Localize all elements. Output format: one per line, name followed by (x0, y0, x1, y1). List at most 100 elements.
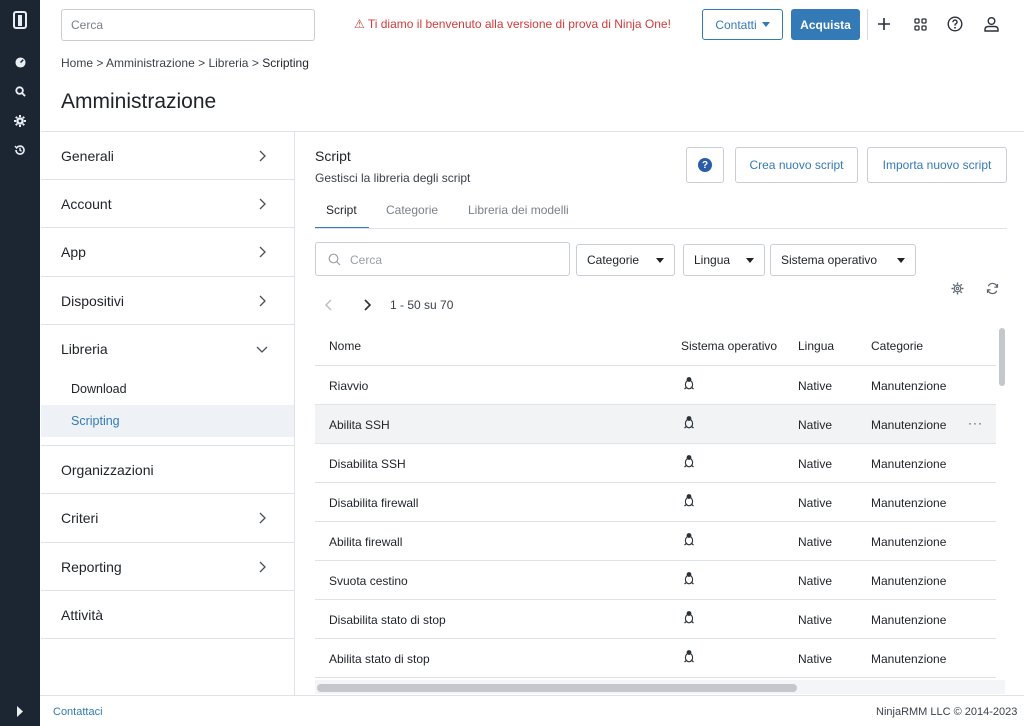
cell-name: Disabilita firewall (329, 496, 419, 510)
search-icon (328, 253, 341, 266)
breadcrumb-libreria[interactable]: Libreria (208, 56, 248, 70)
sidenav-label: Account (61, 195, 112, 212)
refresh-icon[interactable] (986, 282, 999, 295)
breadcrumb-separator: > (96, 56, 104, 70)
column-header-nome[interactable]: Nome (329, 339, 361, 353)
chevron-down-icon (256, 346, 268, 353)
linux-icon (684, 533, 694, 546)
table-row[interactable]: Abilita firewall Native Manutenzione (315, 522, 996, 561)
column-header-sistema-operativo[interactable]: Sistema operativo (681, 339, 777, 353)
cell-name: Disabilita stato di stop (329, 613, 446, 627)
contatti-button[interactable]: Contatti (702, 9, 783, 40)
cell-name: Abilita SSH (329, 418, 390, 432)
plus-icon[interactable] (873, 13, 895, 35)
table-settings-icon[interactable] (951, 282, 964, 295)
section-title: Script (315, 148, 351, 164)
global-search-input[interactable]: Cerca (61, 9, 315, 41)
dashboard-icon[interactable] (0, 54, 40, 70)
history-icon[interactable] (0, 142, 40, 158)
column-header-categorie[interactable]: Categorie (871, 339, 923, 353)
sidenav-subitem-scripting[interactable]: Scripting (41, 405, 294, 437)
search-placeholder: Cerca (350, 253, 383, 267)
table-row[interactable]: Disabilita stato di stop Native Manutenz… (315, 600, 996, 639)
sidenav-item-account[interactable]: Account (41, 180, 294, 228)
sidenav-item-app[interactable]: App (41, 228, 294, 277)
chevron-right-icon (259, 246, 266, 258)
apps-grid-icon[interactable] (909, 13, 931, 35)
cell-name: Svuota cestino (329, 574, 408, 588)
table-row[interactable]: Abilita SSH Native Manutenzione ··· (315, 405, 996, 444)
breadcrumb-current: Scripting (262, 56, 309, 70)
table-vertical-scrollbar[interactable] (999, 328, 1005, 386)
top-bar: Cerca ⚠ Ti diamo il benvenuto alla versi… (40, 0, 1024, 50)
cell-categorie: Manutenzione (871, 496, 947, 510)
table-row[interactable]: Riavvio Native Manutenzione (315, 366, 996, 405)
breadcrumb: Home > Amministrazione > Libreria > Scri… (61, 56, 309, 70)
sidenav-item-attivita[interactable]: Attività (41, 591, 294, 639)
search-icon[interactable] (0, 83, 40, 99)
script-search-input[interactable]: Cerca (315, 242, 570, 276)
filter-categorie-dropdown[interactable]: Categorie (576, 244, 675, 276)
chevron-right-icon (259, 512, 266, 524)
breadcrumb-separator: > (251, 56, 259, 70)
linux-icon (684, 416, 694, 429)
cell-categorie: Manutenzione (871, 418, 947, 432)
row-actions-more-icon[interactable]: ··· (968, 416, 983, 430)
sidenav-label: Reporting (61, 558, 122, 575)
help-button[interactable]: ? (686, 147, 724, 183)
table-row[interactable]: Svuota cestino Native Manutenzione (315, 561, 996, 600)
cell-lingua: Native (798, 418, 833, 432)
sidenav-item-reporting[interactable]: Reporting (41, 543, 294, 591)
sidenav-item-generali[interactable]: Generali (41, 132, 294, 180)
app-rail (0, 0, 40, 726)
trial-welcome-banner: ⚠ Ti diamo il benvenuto alla versione di… (354, 17, 671, 31)
ninja-logo-icon[interactable] (0, 8, 40, 32)
cell-categorie: Manutenzione (871, 574, 947, 588)
breadcrumb-home[interactable]: Home (61, 56, 93, 70)
question-icon: ? (698, 158, 712, 172)
import-script-button[interactable]: Importa nuovo script (867, 147, 1007, 183)
chevron-right-icon (259, 150, 266, 161)
sidenav-sublabel: Scripting (71, 414, 120, 428)
filter-lingua-dropdown[interactable]: Lingua (683, 244, 765, 276)
sidenav-item-organizzazioni[interactable]: Organizzazioni (41, 446, 294, 494)
expand-icon[interactable] (0, 703, 40, 719)
filter-label: Categorie (587, 253, 640, 267)
help-circle-icon[interactable] (944, 13, 966, 35)
sidenav-item-libreria[interactable]: Libreria (41, 325, 294, 373)
table-row[interactable]: Disabilita firewall Native Manutenzione (315, 483, 996, 522)
settings-icon[interactable] (0, 113, 40, 129)
page-title: Amministrazione (61, 90, 217, 113)
cell-lingua: Native (798, 457, 833, 471)
breadcrumb-amministrazione[interactable]: Amministrazione (106, 56, 195, 70)
chevron-left-icon[interactable] (324, 298, 334, 312)
cell-categorie: Manutenzione (871, 613, 947, 627)
sidenav-label: Criteri (61, 510, 99, 526)
cell-lingua: Native (798, 496, 833, 510)
filter-label: Sistema operativo (781, 253, 878, 267)
table-row[interactable]: Abilita stato di stop Native Manutenzion… (315, 639, 996, 678)
user-profile-icon[interactable] (980, 13, 1002, 35)
toolbar-divider (867, 9, 868, 40)
linux-icon (684, 494, 694, 507)
sidenav-subitem-download[interactable]: Download (41, 373, 294, 405)
footer-divider (40, 695, 1024, 696)
cell-categorie: Manutenzione (871, 652, 947, 666)
table-row[interactable]: Disabilita SSH Native Manutenzione (315, 444, 996, 483)
table-horizontal-scrollbar[interactable] (317, 684, 797, 692)
tab-categorie[interactable]: Categorie (386, 203, 438, 217)
footer-copyright: NinjaRMM LLC © 2014-2023 (876, 706, 1018, 718)
column-header-lingua[interactable]: Lingua (798, 339, 834, 353)
chevron-right-icon[interactable] (362, 298, 372, 312)
footer-contact-link[interactable]: Contattaci (53, 706, 103, 718)
linux-icon (684, 611, 694, 624)
cell-lingua: Native (798, 574, 833, 588)
filter-sistema-operativo-dropdown[interactable]: Sistema operativo (770, 244, 916, 276)
tab-script[interactable]: Script (326, 203, 357, 217)
create-script-button[interactable]: Crea nuovo script (735, 147, 858, 183)
acquista-button[interactable]: Acquista (791, 9, 860, 40)
sidenav-item-criteri[interactable]: Criteri (41, 494, 294, 543)
sidenav-item-dispositivi[interactable]: Dispositivi (41, 277, 294, 325)
caret-down-icon (746, 258, 754, 263)
tab-libreria-modelli[interactable]: Libreria dei modelli (468, 203, 569, 217)
